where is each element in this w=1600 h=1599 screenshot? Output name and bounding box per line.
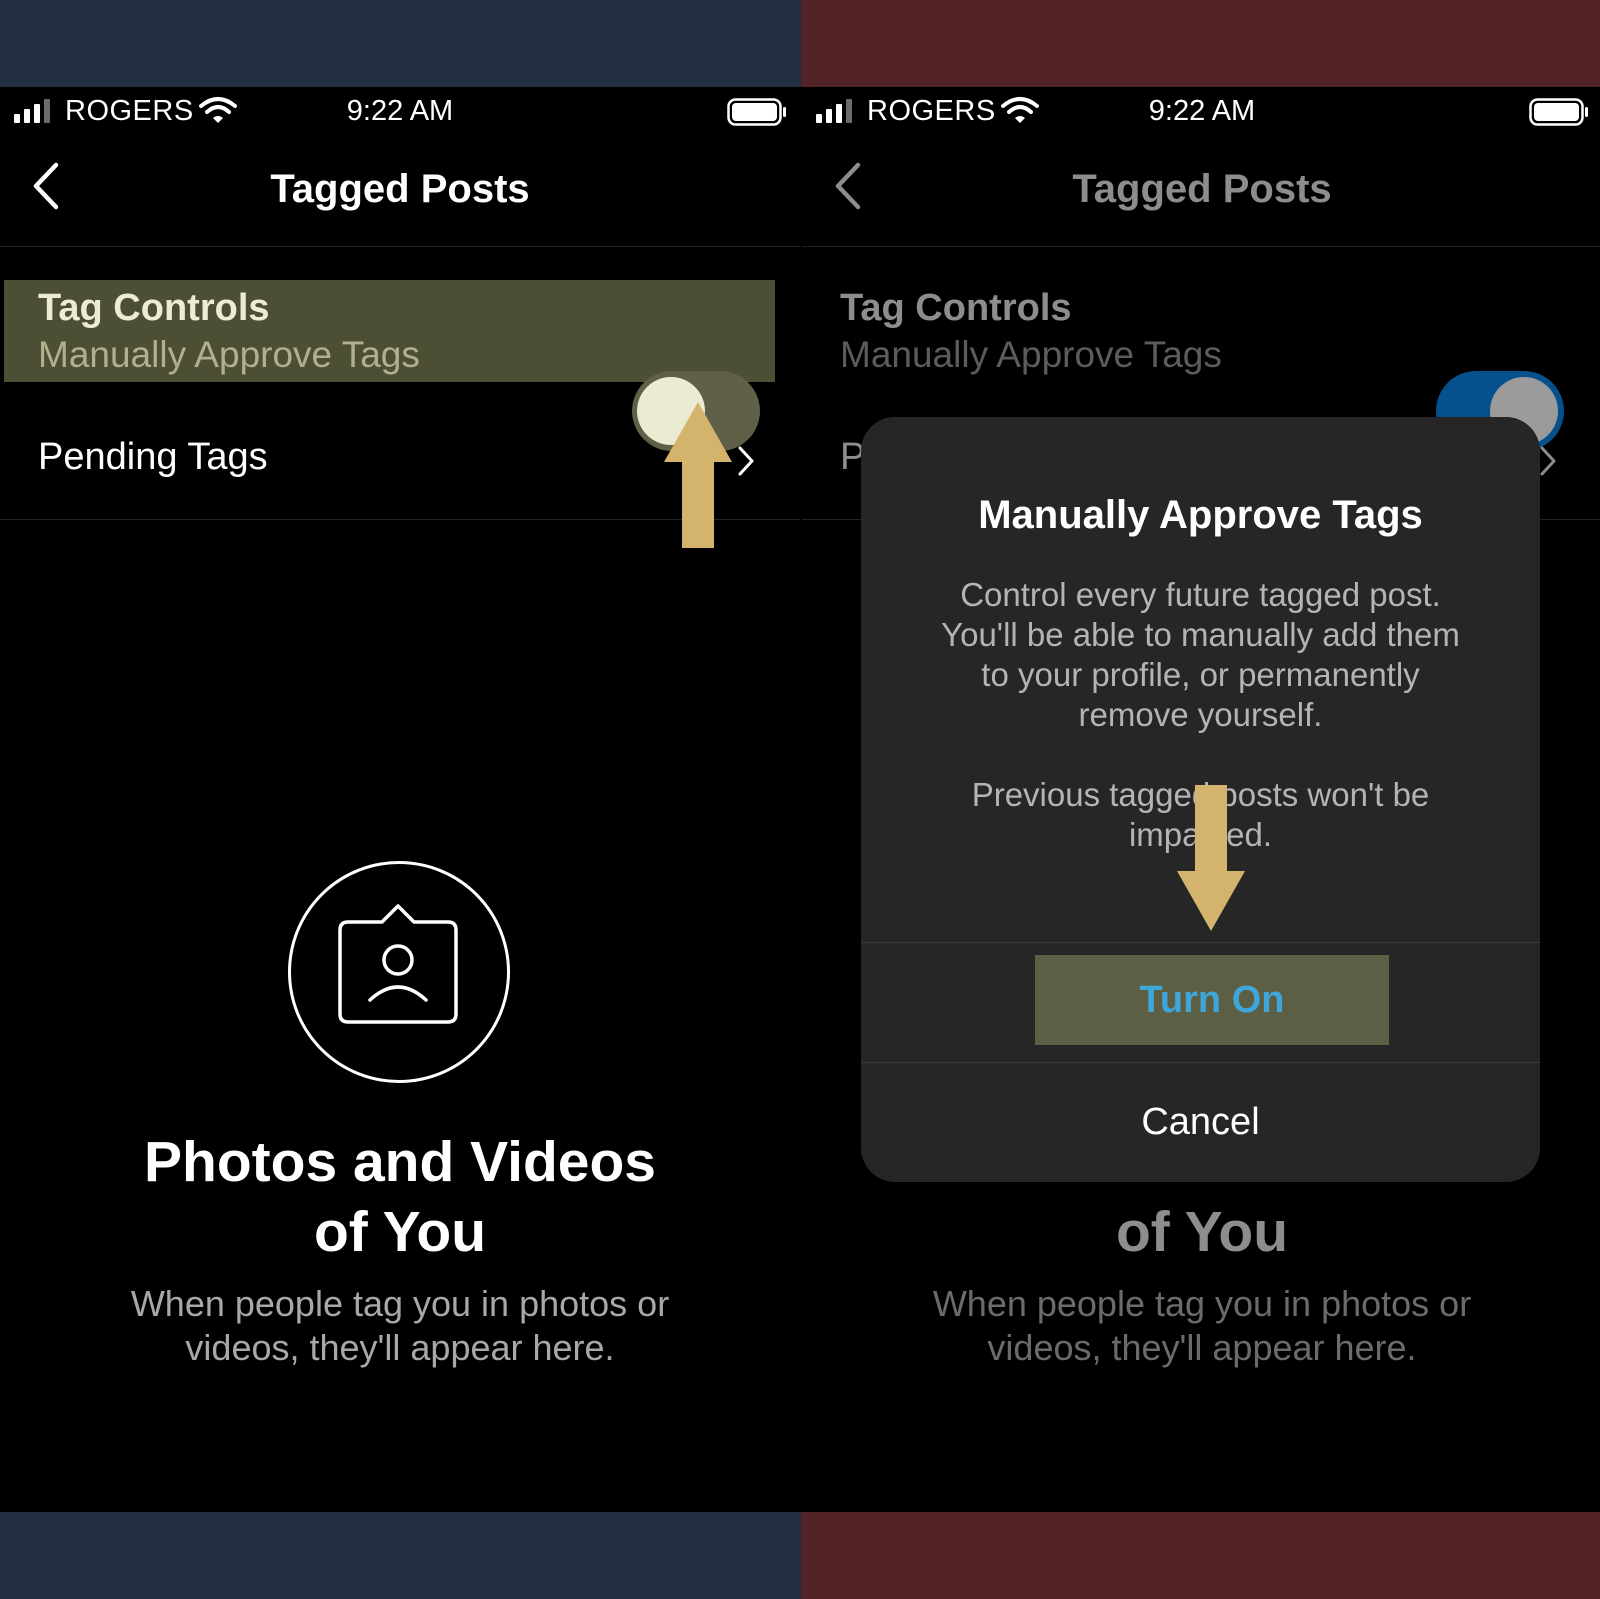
status-time: 9:22 AM xyxy=(1148,95,1256,127)
cancel-button[interactable]: Cancel xyxy=(861,1062,1540,1182)
annotation-arrow-down-icon xyxy=(1177,785,1245,931)
top-band-left xyxy=(0,0,801,87)
status-bar: ROGERS 9:22 AM xyxy=(802,87,1600,137)
dialog-divider xyxy=(861,942,1540,943)
tag-controls-row[interactable]: Tag Controls Manually Approve Tags xyxy=(806,280,1577,382)
empty-state-description: When people tag you in photos or videos,… xyxy=(130,1283,670,1368)
page-title: Tagged Posts xyxy=(1072,167,1332,211)
turn-on-button[interactable]: Turn On xyxy=(1035,955,1389,1045)
bottom-band-left xyxy=(0,1512,801,1599)
tagged-person-icon xyxy=(338,904,458,1024)
empty-state-title: Photos and Videos of You xyxy=(143,1130,657,1264)
annotation-arrow-up-icon xyxy=(664,402,732,548)
tag-controls-subtitle: Manually Approve Tags xyxy=(38,334,420,375)
top-band-right xyxy=(801,0,1600,87)
empty-state-description: When people tag you in photos or videos,… xyxy=(932,1283,1472,1368)
chevron-right-icon xyxy=(1540,446,1556,476)
chevron-right-icon xyxy=(738,446,754,476)
left-screen: ROGERS 9:22 AM Tagged Posts Tag Controls… xyxy=(0,87,800,1512)
dialog-title: Manually Approve Tags xyxy=(978,493,1423,537)
pending-tags-label: Pending Tags xyxy=(38,436,268,478)
tag-controls-subtitle: Manually Approve Tags xyxy=(840,334,1222,375)
nav-bar: Tagged Posts xyxy=(0,137,800,247)
battery-icon xyxy=(1529,98,1588,126)
page-title: Tagged Posts xyxy=(270,167,530,211)
tag-controls-row[interactable]: Tag Controls Manually Approve Tags xyxy=(4,280,775,382)
battery-icon xyxy=(727,98,786,126)
bottom-band-right xyxy=(801,1512,1600,1599)
status-bar: ROGERS 9:22 AM xyxy=(0,87,800,137)
tag-controls-title: Tag Controls xyxy=(840,287,1072,329)
status-time: 9:22 AM xyxy=(346,95,454,127)
nav-bar: Tagged Posts xyxy=(802,137,1600,247)
tag-controls-title: Tag Controls xyxy=(38,287,270,329)
